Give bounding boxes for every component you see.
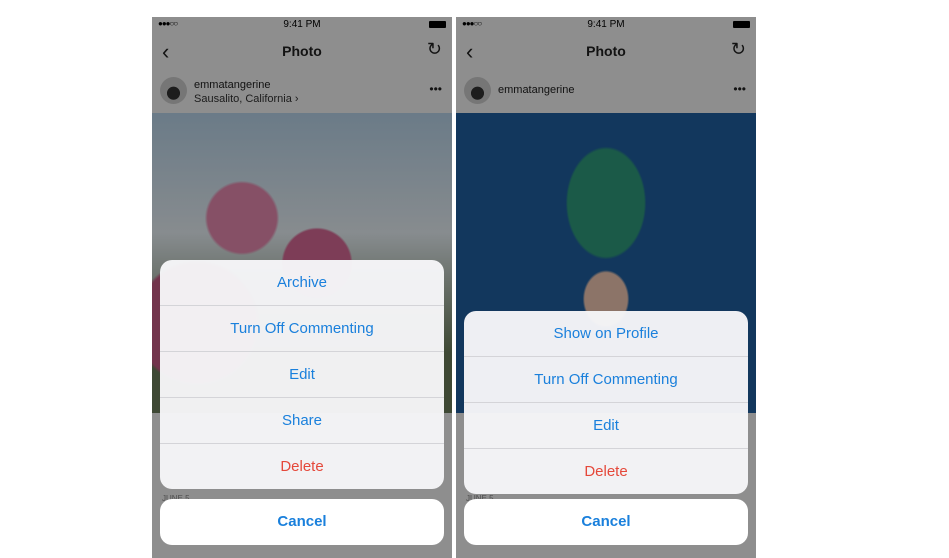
turn-off-commenting-button[interactable]: Turn Off Commenting [160, 305, 444, 351]
phone-left: ●●●○○ 9:41 PM ‹ Photo ↻ emmatangerine Sausal… [152, 17, 452, 558]
edit-button[interactable]: Edit [160, 351, 444, 397]
show-on-profile-button[interactable]: Show on Profile [464, 311, 748, 356]
share-button[interactable]: Share [160, 397, 444, 443]
action-sheet: Show on Profile Turn Off Commenting Edit… [464, 311, 748, 494]
action-sheet: Archive Turn Off Commenting Edit Share D… [160, 260, 444, 489]
delete-button[interactable]: Delete [464, 448, 748, 494]
phone-right: ●●●○○9:41 PM ‹Photo↻ emmatangerine••• JU… [456, 17, 756, 558]
turn-off-commenting-button[interactable]: Turn Off Commenting [464, 356, 748, 402]
cancel-button[interactable]: Cancel [160, 499, 444, 545]
archive-button[interactable]: Archive [160, 260, 444, 305]
cancel-button[interactable]: Cancel [464, 499, 748, 545]
delete-button[interactable]: Delete [160, 443, 444, 489]
edit-button[interactable]: Edit [464, 402, 748, 448]
